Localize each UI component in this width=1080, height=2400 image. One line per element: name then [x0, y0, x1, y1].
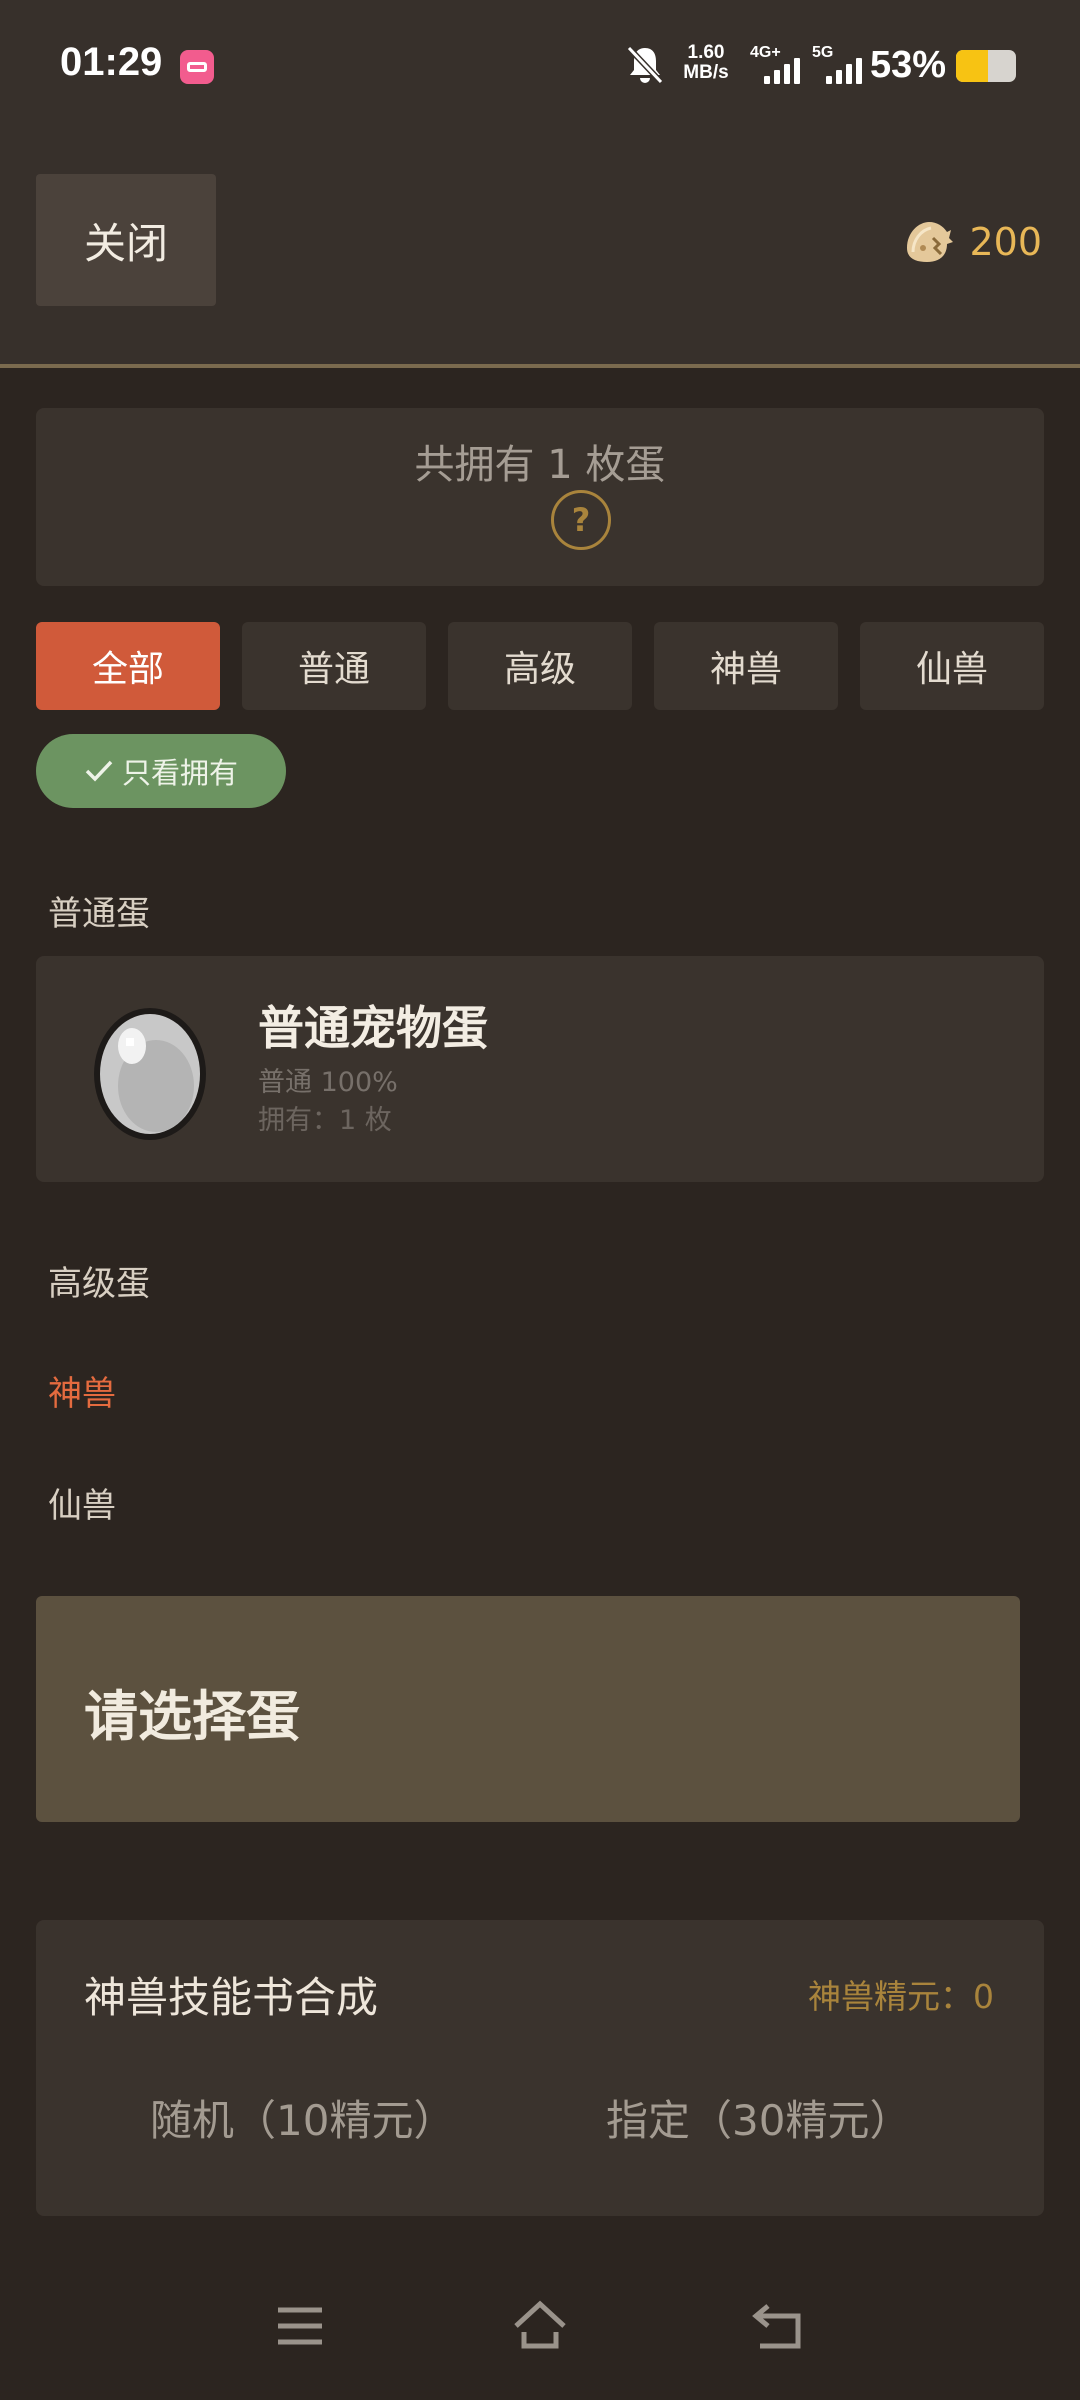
currency-display: 200: [903, 214, 1042, 270]
back-icon[interactable]: [750, 2296, 810, 2356]
section-normal-eggs: 普通蛋: [48, 894, 150, 934]
status-time: 01:29: [60, 40, 163, 84]
signal-bars-icon: [764, 58, 806, 84]
section-immortal: 仙兽: [48, 1486, 116, 1526]
tab-advanced[interactable]: 高级: [448, 622, 632, 710]
egg-card[interactable]: 普通宠物蛋 普通 100% 拥有：1 枚: [36, 956, 1044, 1182]
system-nav-bar: [0, 2256, 1080, 2400]
home-icon[interactable]: [510, 2296, 570, 2356]
owned-only-label: 只看拥有: [121, 756, 238, 790]
egg-category-tabs: 全部 普通 高级 神兽 仙兽: [36, 622, 1044, 710]
skill-book-panel: 神兽技能书合成 神兽精元：0 随机（10精元） 指定（30精元）: [36, 1920, 1044, 2216]
net-speed: 1.60 MB/s: [678, 43, 734, 83]
egg-owned-count: 拥有：1 枚: [258, 1105, 392, 1136]
battery-icon: [956, 50, 1016, 82]
specified-synthesis-button[interactable]: 指定（30精元）: [606, 2072, 911, 2162]
signal-bars-icon: [826, 58, 868, 84]
tab-all[interactable]: 全部: [36, 622, 220, 710]
select-egg-prompt: 请选择蛋: [84, 1685, 300, 1748]
header: 关闭 200: [0, 132, 1080, 368]
cracked-egg-icon: [907, 222, 954, 262]
menu-icon[interactable]: [270, 2296, 330, 2356]
checkmark-icon: [85, 760, 113, 782]
skill-book-title: 神兽技能书合成: [84, 1973, 379, 2022]
egg-summary: 共拥有 1 枚蛋 ?: [36, 408, 1044, 586]
bell-off-icon: [626, 45, 664, 85]
close-button[interactable]: 关闭: [36, 174, 216, 306]
section-divine: 神兽: [48, 1374, 116, 1414]
status-bar: 01:29 1.60 MB/s 4G+ 5G 53%: [0, 0, 1080, 132]
select-egg-panel[interactable]: 请选择蛋: [36, 1596, 1020, 1822]
egg-rate: 普通 100%: [258, 1067, 398, 1098]
help-icon[interactable]: ?: [551, 490, 611, 550]
signal-4g: 4G+: [750, 44, 806, 88]
section-advanced-eggs: 高级蛋: [48, 1264, 150, 1304]
total-eggs-text: 共拥有 1 枚蛋: [414, 442, 666, 488]
owned-only-toggle[interactable]: 只看拥有: [36, 734, 286, 808]
tab-normal[interactable]: 普通: [242, 622, 426, 710]
egg-icon: [94, 1008, 206, 1140]
egg-name: 普通宠物蛋: [258, 1001, 488, 1055]
tab-divine[interactable]: 神兽: [654, 622, 838, 710]
bilibili-icon: [180, 50, 214, 84]
divine-essence-count: 神兽精元：0: [808, 1977, 994, 2016]
tab-immortal[interactable]: 仙兽: [860, 622, 1044, 710]
currency-value: 200: [969, 220, 1042, 264]
signal-5g: 5G: [812, 44, 868, 88]
net-speed-value: 1.60: [687, 42, 725, 63]
battery-fill: [956, 50, 988, 82]
battery-percent: 53%: [870, 44, 947, 86]
random-synthesis-button[interactable]: 随机（10精元）: [150, 2072, 455, 2162]
net-speed-unit: MB/s: [683, 62, 729, 83]
